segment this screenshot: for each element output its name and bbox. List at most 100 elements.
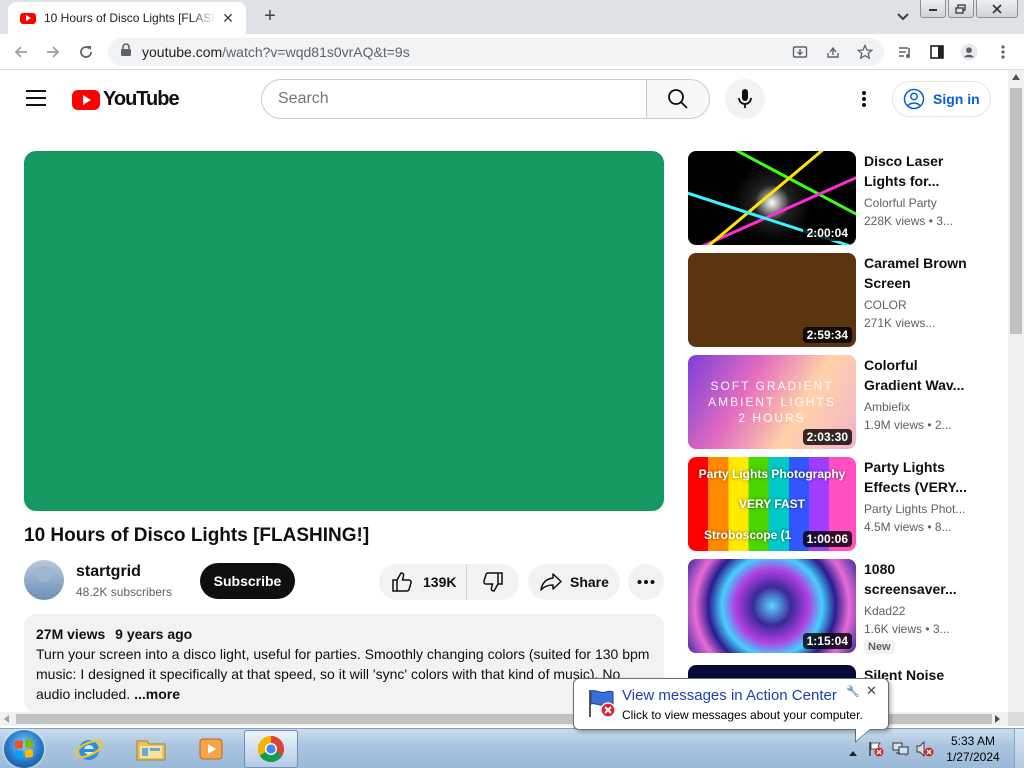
related-video-item[interactable]: Party Lights Photography VERY FAST Strob… bbox=[688, 457, 988, 551]
tab-close-icon[interactable]: ✕ bbox=[220, 10, 236, 27]
tab-search-chevron-icon[interactable] bbox=[896, 9, 910, 27]
options-icon[interactable]: 🔧 bbox=[846, 685, 860, 698]
tab-title: 10 Hours of Disco Lights [FLASHING!] bbox=[44, 11, 216, 25]
settings-more-icon[interactable] bbox=[852, 88, 876, 110]
related-video-item[interactable]: 2:00:04 Disco Laser Lights for... Colorf… bbox=[688, 151, 988, 245]
close-window-button[interactable] bbox=[976, 0, 1018, 18]
description-more-link[interactable]: ...more bbox=[134, 686, 180, 702]
youtube-play-logo-icon bbox=[72, 89, 100, 110]
taskbar-internet-explorer[interactable] bbox=[62, 730, 116, 768]
address-bar[interactable]: youtube.com/watch?v=wqd81s0vrAQ&t=9s bbox=[108, 38, 884, 66]
thumbs-up-icon bbox=[392, 572, 412, 592]
related-video-title[interactable]: Colorful Gradient Wav... bbox=[864, 355, 974, 395]
notification-close-icon[interactable]: ✕ bbox=[866, 683, 877, 699]
restore-button[interactable] bbox=[948, 0, 974, 18]
related-video-meta: 4.5M views • 8... bbox=[864, 520, 952, 534]
microphone-icon bbox=[738, 89, 752, 108]
channel-name-link[interactable]: startgrid bbox=[76, 563, 141, 581]
video-thumbnail[interactable]: SOFT GRADIENT AMBIENT LIGHTS 2 HOURS 2:0… bbox=[688, 355, 856, 449]
volume-muted-icon[interactable] bbox=[916, 740, 934, 762]
taskbar-chrome[interactable] bbox=[244, 730, 298, 768]
dislike-button[interactable] bbox=[467, 564, 519, 600]
scroll-left-arrow-icon[interactable] bbox=[4, 715, 9, 723]
share-button[interactable]: Share bbox=[528, 564, 620, 600]
bookmark-star-icon[interactable] bbox=[857, 44, 873, 60]
taskbar-file-explorer[interactable] bbox=[124, 730, 178, 768]
scroll-right-arrow-icon[interactable] bbox=[995, 715, 1000, 723]
related-video-item[interactable]: 1:15:04 1080 screensaver... Kdad22 1.6K … bbox=[688, 559, 988, 654]
related-channel-name[interactable]: Kdad22 bbox=[864, 604, 970, 618]
new-tab-button[interactable]: + bbox=[258, 6, 282, 26]
taskbar-media-player[interactable] bbox=[184, 730, 238, 768]
voice-search-button[interactable] bbox=[725, 79, 765, 119]
share-page-icon[interactable] bbox=[825, 44, 841, 60]
sign-in-button[interactable]: Sign in bbox=[892, 81, 991, 117]
channel-avatar[interactable] bbox=[24, 560, 64, 600]
related-video-title[interactable]: 1080 screensaver... bbox=[864, 559, 974, 599]
video-thumbnail[interactable]: Party Lights Photography VERY FAST Strob… bbox=[688, 457, 856, 551]
youtube-favicon-icon bbox=[20, 12, 36, 24]
browser-menu-icon[interactable] bbox=[994, 43, 1012, 61]
video-description[interactable]: 27M views 9 years ago Turn your screen i… bbox=[24, 614, 664, 712]
notification-title[interactable]: View messages in Action Center bbox=[622, 687, 837, 704]
video-thumbnail[interactable]: 2:59:34 bbox=[688, 253, 856, 347]
internet-explorer-icon bbox=[74, 739, 104, 760]
youtube-header: YouTube Sign in bbox=[0, 70, 1008, 126]
related-video-meta: 1.6K views • 3... bbox=[864, 622, 950, 636]
lock-icon[interactable] bbox=[120, 42, 132, 62]
video-duration: 1:15:04 bbox=[802, 633, 852, 649]
reload-icon[interactable] bbox=[77, 43, 95, 61]
browser-tab-active[interactable]: 10 Hours of Disco Lights [FLASHING!] ✕ bbox=[8, 2, 246, 34]
video-thumbnail[interactable]: 2:00:04 bbox=[688, 151, 856, 245]
video-owner-row: startgrid 48.2K subscribers Subscribe 13… bbox=[24, 560, 664, 600]
related-channel-name[interactable]: Ambiefix bbox=[864, 400, 970, 414]
start-button[interactable] bbox=[4, 730, 44, 768]
thumbnail-text: 2 HOURS bbox=[738, 411, 806, 425]
related-video-meta: 228K views • 3... bbox=[864, 214, 953, 228]
description-body: Turn your screen into a disco light, use… bbox=[36, 646, 650, 702]
vertical-scroll-thumb[interactable] bbox=[1010, 88, 1022, 334]
action-center-notification[interactable]: View messages in Action Center Click to … bbox=[573, 678, 889, 741]
thumbnail-text: VERY FAST bbox=[738, 497, 806, 511]
related-video-meta: 1.9M views • 2... bbox=[864, 418, 952, 432]
video-duration: 1:00:06 bbox=[802, 531, 852, 547]
show-desktop-button[interactable] bbox=[1014, 729, 1024, 768]
thumbnail-text: Party Lights Photography bbox=[698, 467, 846, 481]
search-input[interactable] bbox=[261, 79, 647, 119]
related-channel-name[interactable]: Party Lights Phot... bbox=[864, 502, 970, 516]
more-actions-button[interactable] bbox=[628, 564, 664, 600]
related-video-item[interactable]: SOFT GRADIENT AMBIENT LIGHTS 2 HOURS 2:0… bbox=[688, 355, 988, 449]
search-button[interactable] bbox=[646, 79, 710, 119]
install-app-icon[interactable] bbox=[792, 44, 808, 60]
related-video-title[interactable]: Disco Laser Lights for... bbox=[864, 151, 974, 191]
scroll-up-arrow-icon[interactable] bbox=[1012, 74, 1020, 80]
youtube-logo[interactable]: YouTube bbox=[72, 88, 180, 111]
related-video-meta: 271K views... bbox=[864, 316, 936, 330]
windows-logo-icon bbox=[15, 739, 33, 759]
hamburger-menu-icon[interactable] bbox=[26, 90, 46, 106]
back-arrow-icon[interactable] bbox=[12, 43, 30, 61]
like-button[interactable]: 139K bbox=[379, 564, 467, 600]
more-horizontal-icon bbox=[637, 580, 655, 584]
related-channel-name[interactable]: Colorful Party bbox=[864, 196, 970, 210]
related-video-title[interactable]: Caramel Brown Screen bbox=[864, 253, 974, 293]
subscribe-button[interactable]: Subscribe bbox=[200, 563, 295, 599]
related-video-title[interactable]: Party Lights Effects (VERY... bbox=[864, 457, 974, 497]
clock-date: 1/27/2024 bbox=[946, 750, 1000, 764]
system-clock[interactable]: 5:33 AM 1/27/2024 bbox=[938, 733, 1008, 765]
side-panel-icon[interactable] bbox=[928, 43, 946, 61]
profile-avatar-icon[interactable] bbox=[960, 43, 978, 61]
description-stats: 27M views 9 years ago bbox=[36, 626, 652, 642]
video-thumbnail[interactable]: 1:15:04 bbox=[688, 559, 856, 653]
related-video-item[interactable]: 2:59:34 Caramel Brown Screen COLOR 271K … bbox=[688, 253, 988, 347]
vertical-scrollbar[interactable] bbox=[1008, 70, 1024, 712]
show-hidden-icons-icon[interactable] bbox=[848, 744, 858, 762]
like-count: 139K bbox=[423, 574, 457, 590]
video-player[interactable] bbox=[24, 151, 664, 511]
forward-arrow-icon[interactable] bbox=[44, 43, 62, 61]
media-controls-icon[interactable] bbox=[896, 43, 914, 61]
minimize-button[interactable] bbox=[920, 0, 946, 18]
related-channel-name[interactable]: COLOR bbox=[864, 298, 970, 312]
network-icon[interactable] bbox=[892, 741, 910, 762]
action-center-flag-icon[interactable] bbox=[868, 741, 884, 762]
